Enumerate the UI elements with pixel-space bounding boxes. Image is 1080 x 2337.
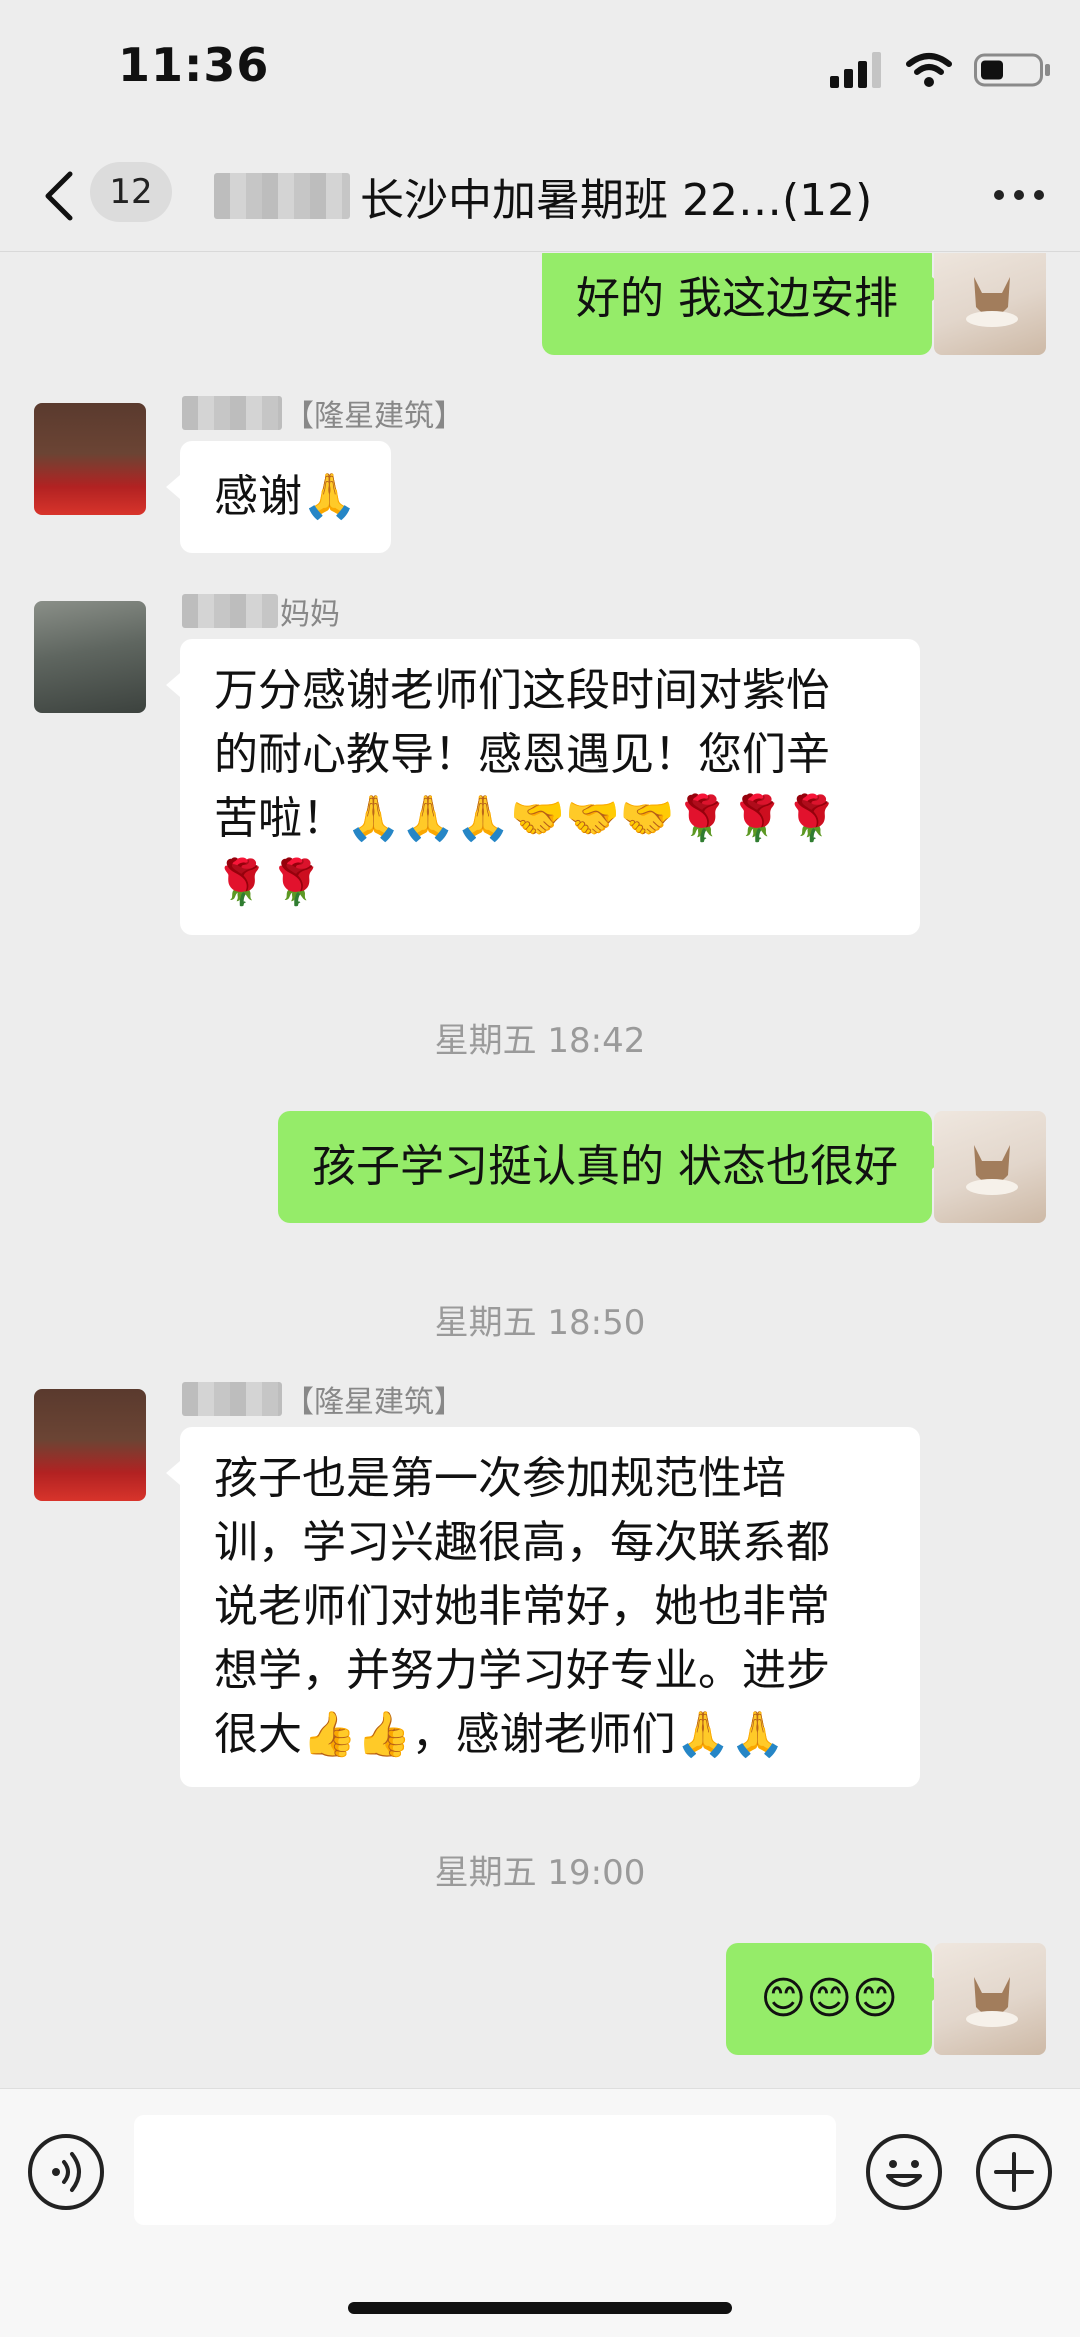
- unread-count-badge[interactable]: 12: [90, 162, 172, 222]
- cat-avatar-icon: [966, 277, 1018, 327]
- outgoing-message-bubble[interactable]: 好的 我这边安排: [542, 253, 946, 355]
- incoming-message-bubble[interactable]: 孩子也是第一次参加规范性培 训，学习兴趣很高，每次联系都 说老师们对她非常好，她…: [166, 1427, 920, 1787]
- back-arrow-icon[interactable]: [40, 168, 80, 224]
- status-time: 11:36: [118, 38, 270, 92]
- voice-input-button[interactable]: [28, 2134, 104, 2210]
- chat-message-list[interactable]: 好的 我这边安排 【隆星建筑】 感谢🙏 妈妈 万分感谢老师们这段时间对紫怡 的耐…: [0, 253, 1080, 2088]
- sender-avatar[interactable]: [34, 601, 146, 713]
- sender-name: 【隆星建筑】: [182, 391, 464, 435]
- redacted-name: [182, 396, 282, 430]
- status-icons: [830, 52, 1052, 88]
- incoming-message-bubble[interactable]: 感谢🙏: [166, 441, 391, 553]
- my-avatar[interactable]: [934, 253, 1046, 355]
- redacted-name: [182, 594, 278, 628]
- sender-name: 妈妈: [182, 589, 340, 633]
- message-input-bar: [0, 2088, 1080, 2337]
- home-indicator[interactable]: [348, 2302, 732, 2314]
- sender-name: 【隆星建筑】: [182, 1377, 464, 1421]
- emoji-button[interactable]: [866, 2134, 942, 2210]
- redacted-name: [182, 1382, 282, 1416]
- redacted-name: [214, 173, 350, 219]
- message-timestamp: 星期五 19:00: [434, 1853, 646, 1893]
- voice-icon: [52, 2152, 81, 2192]
- cat-avatar-icon: [966, 1145, 1018, 1195]
- outgoing-message-bubble[interactable]: 孩子学习挺认真的 状态也很好: [278, 1111, 946, 1223]
- more-functions-button[interactable]: [976, 2134, 1052, 2210]
- my-avatar[interactable]: [934, 1943, 1046, 2055]
- wifi-icon: [906, 53, 952, 87]
- cat-avatar-icon: [966, 1977, 1018, 2027]
- chat-header: 12 长沙中加暑期班 22…(12): [0, 140, 1080, 252]
- signal-icon: [830, 52, 881, 88]
- chat-title-wrap[interactable]: 长沙中加暑期班 22…(12): [214, 164, 872, 228]
- message-timestamp: 星期五 18:42: [434, 1021, 646, 1061]
- plus-icon: [994, 2152, 1034, 2192]
- message-timestamp: 星期五 18:50: [434, 1303, 646, 1343]
- sender-avatar[interactable]: [34, 403, 146, 515]
- my-avatar[interactable]: [934, 1111, 1046, 1223]
- more-options-icon[interactable]: [994, 190, 1044, 200]
- chat-title: 长沙中加暑期班 22…(12): [360, 175, 873, 226]
- incoming-message-bubble[interactable]: 万分感谢老师们这段时间对紫怡 的耐心教导！感恩遇见！您们辛 苦啦！🙏🙏🙏🤝🤝🤝🌹…: [166, 639, 920, 935]
- outgoing-message-bubble[interactable]: 😊😊😊: [726, 1943, 946, 2055]
- message-text-input[interactable]: [134, 2115, 836, 2225]
- emoji-icon: [886, 2160, 922, 2187]
- status-bar: 11:36: [0, 0, 1080, 140]
- sender-avatar[interactable]: [34, 1389, 146, 1501]
- battery-icon: [974, 53, 1050, 87]
